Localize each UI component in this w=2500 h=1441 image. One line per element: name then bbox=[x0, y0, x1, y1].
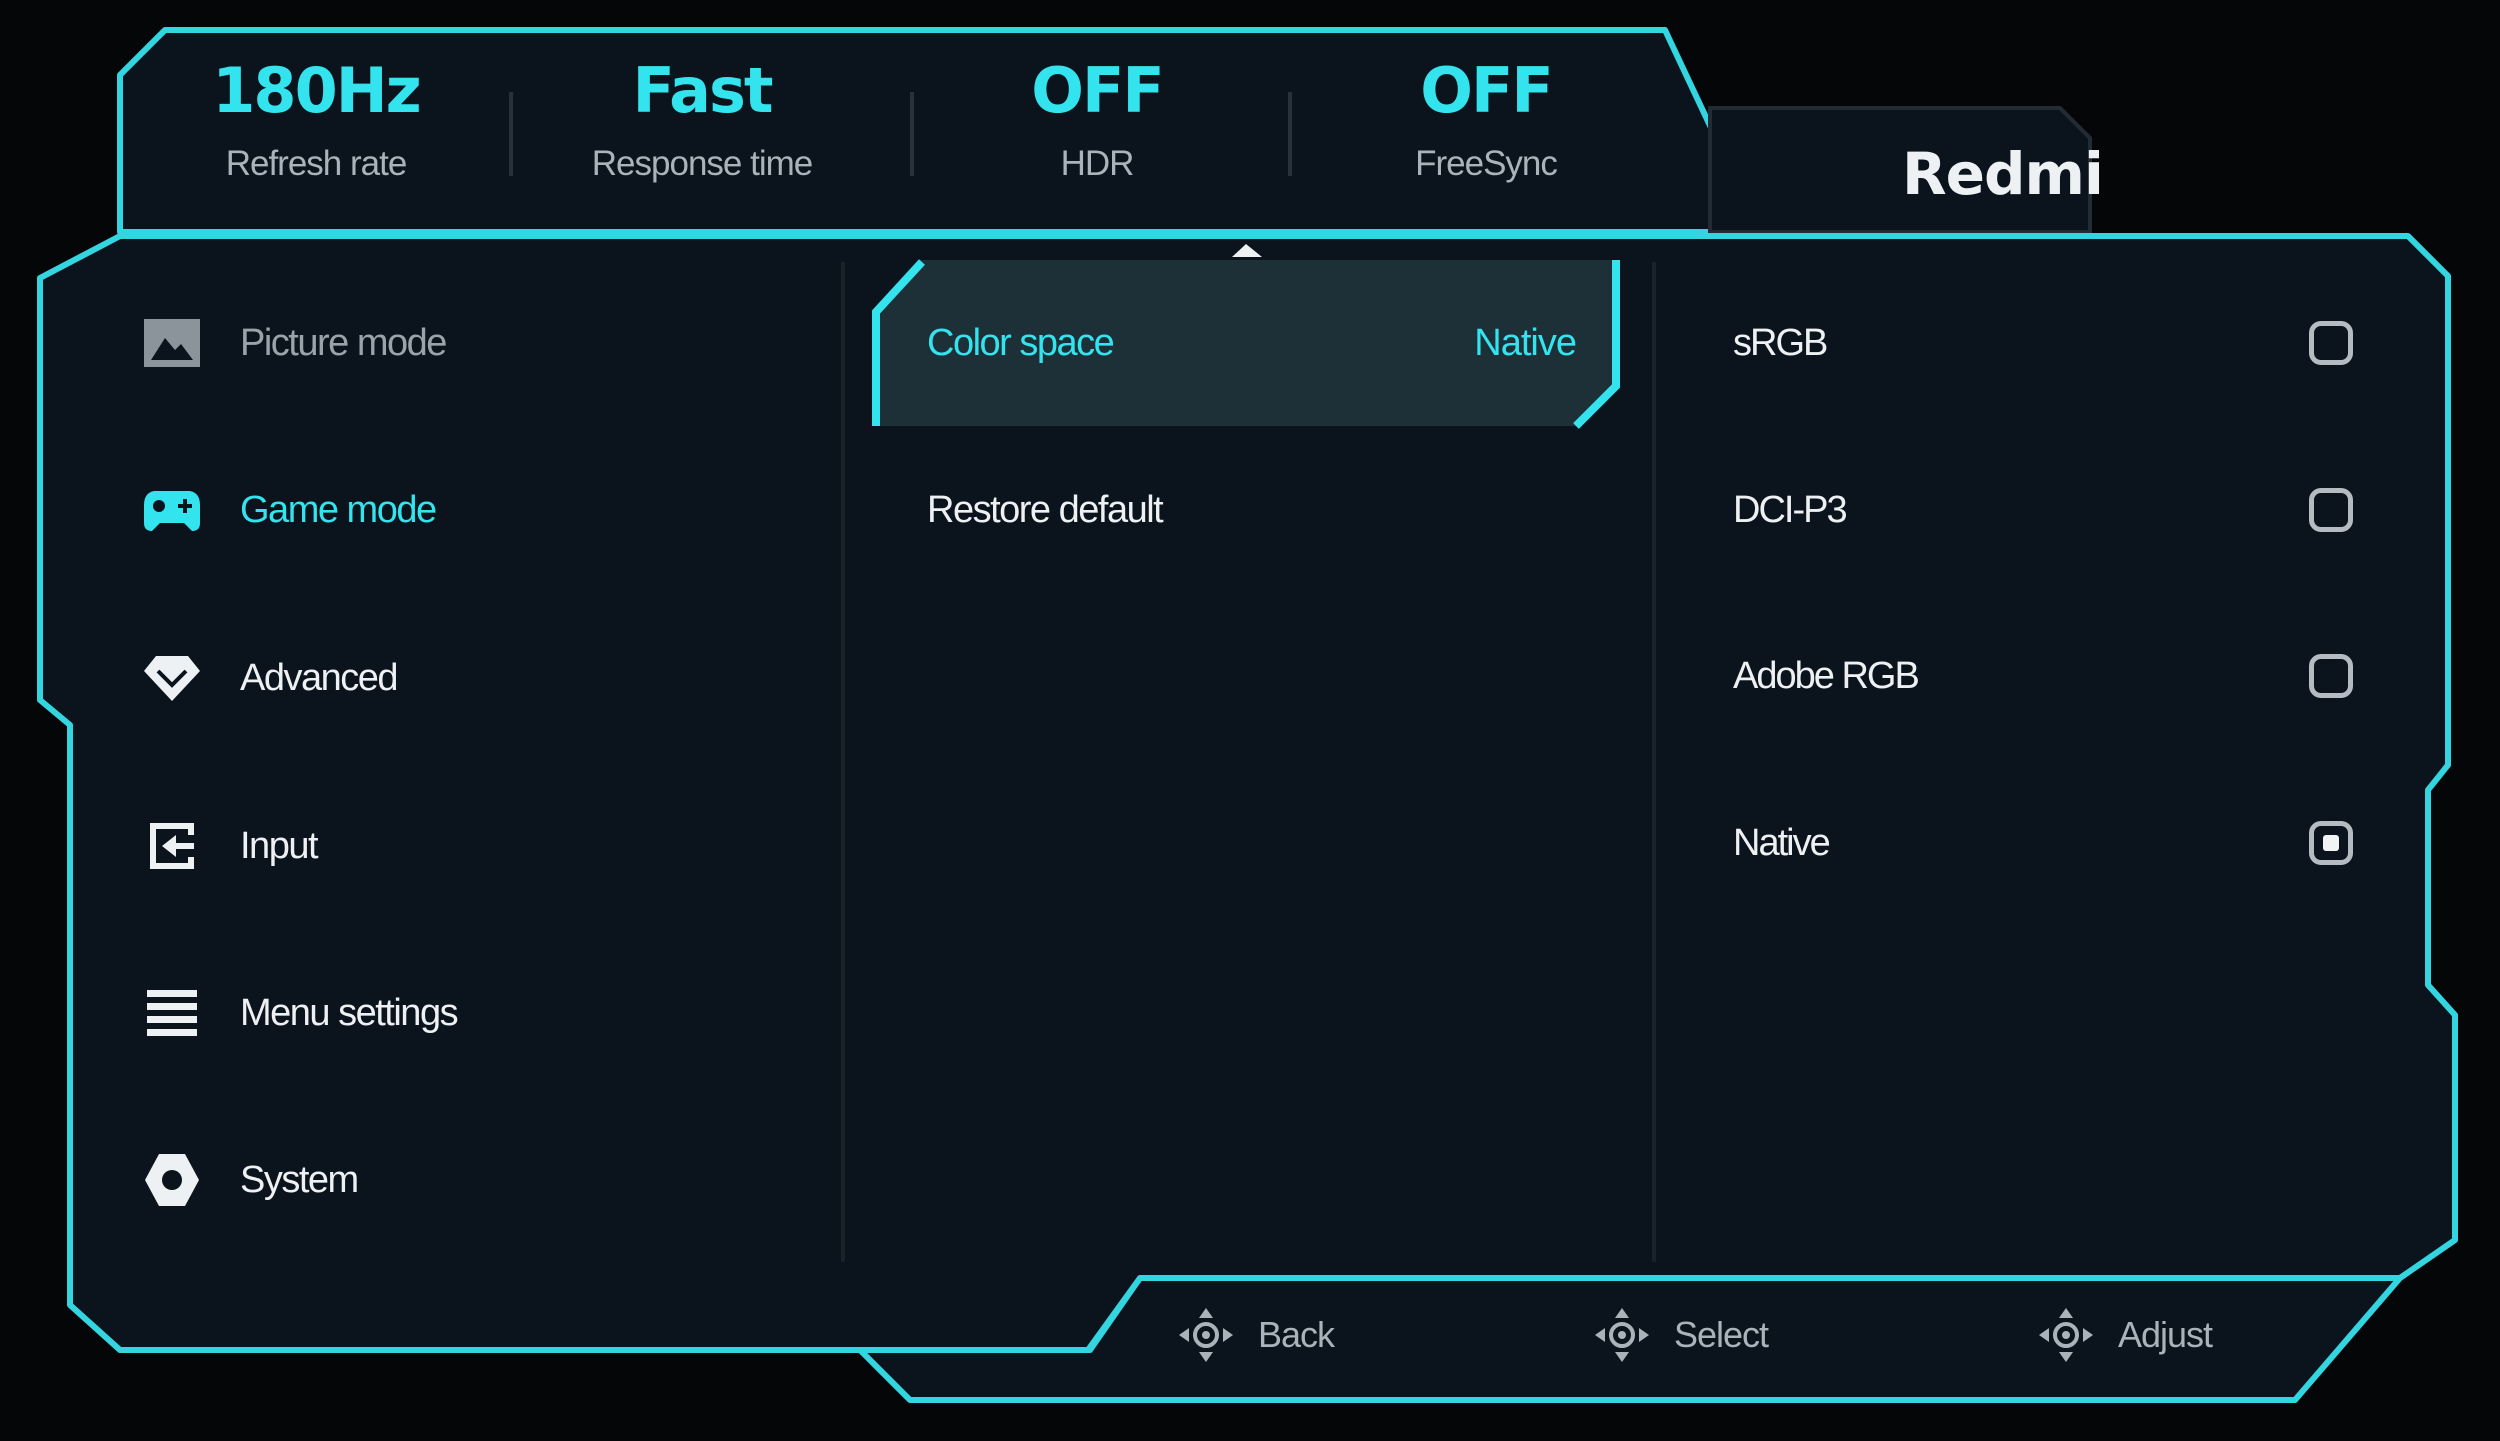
footer-label: Select bbox=[1674, 1314, 1769, 1355]
status-value: Fast bbox=[632, 54, 773, 127]
status-value: OFF bbox=[1031, 54, 1164, 127]
gamepad-icon bbox=[140, 478, 204, 542]
diamond-icon bbox=[140, 646, 204, 710]
dpad-icon bbox=[1595, 1308, 1649, 1362]
nav-label: Advanced bbox=[240, 656, 399, 699]
option-label: Native bbox=[1733, 821, 1831, 864]
status-freesync: OFF FreeSync bbox=[1336, 60, 1636, 184]
status-label: Refresh rate bbox=[225, 144, 408, 183]
footer-back: Back bbox=[1176, 1305, 1335, 1365]
status-response-time: Fast Response time bbox=[552, 60, 852, 184]
dpad-icon bbox=[1179, 1308, 1233, 1362]
footer-adjust: Adjust bbox=[2036, 1305, 2213, 1365]
nav-item-input[interactable]: Input bbox=[140, 786, 790, 906]
menu-icon bbox=[140, 981, 204, 1045]
status-label: HDR bbox=[1060, 144, 1135, 183]
option-label: DCI-P3 bbox=[1733, 488, 1848, 531]
nav-item-picture-mode[interactable]: Picture mode bbox=[140, 283, 790, 403]
submenu-value: Native bbox=[1474, 321, 1577, 364]
nav-item-system[interactable]: System bbox=[140, 1120, 790, 1240]
radio-button[interactable] bbox=[2309, 488, 2353, 532]
footer-label: Adjust bbox=[2118, 1314, 2213, 1355]
option-adobe-rgb[interactable]: Adobe RGB bbox=[1733, 626, 2353, 726]
status-label: FreeSync bbox=[1415, 144, 1558, 183]
nav-label: Input bbox=[240, 824, 319, 867]
footer-select: Select bbox=[1592, 1305, 1769, 1365]
submenu-label: Restore default bbox=[927, 488, 1164, 531]
nav-label: Game mode bbox=[240, 488, 437, 531]
submenu-item-restore-default[interactable]: Restore default bbox=[872, 428, 1632, 592]
nav-item-menu-settings[interactable]: Menu settings bbox=[140, 953, 790, 1073]
status-separator bbox=[1288, 92, 1292, 176]
status-refresh-rate: 180Hz Refresh rate bbox=[166, 60, 466, 184]
radio-button[interactable] bbox=[2309, 654, 2353, 698]
nav-item-game-mode[interactable]: Game mode bbox=[140, 450, 790, 570]
column-divider bbox=[1652, 262, 1656, 1262]
column-divider bbox=[841, 262, 845, 1262]
option-srgb[interactable]: sRGB bbox=[1733, 293, 2353, 393]
option-dci-p3[interactable]: DCI-P3 bbox=[1733, 460, 2353, 560]
submenu-label: Color space bbox=[927, 321, 1115, 364]
brand-logo: Redmi bbox=[1902, 140, 2104, 208]
dpad-icon bbox=[2039, 1308, 2093, 1362]
status-hdr: OFF HDR bbox=[947, 60, 1247, 184]
nav-label: System bbox=[240, 1158, 359, 1201]
status-value: OFF bbox=[1420, 54, 1553, 127]
option-label: Adobe RGB bbox=[1733, 654, 1920, 697]
nav-label: Menu settings bbox=[240, 991, 459, 1034]
footer-label: Back bbox=[1258, 1314, 1335, 1355]
submenu-item-color-space[interactable]: Color space Native bbox=[872, 261, 1632, 425]
status-separator bbox=[910, 92, 914, 176]
status-label: Response time bbox=[591, 144, 813, 183]
radio-button-selected[interactable] bbox=[2309, 821, 2353, 865]
status-separator bbox=[509, 92, 513, 176]
radio-button[interactable] bbox=[2309, 321, 2353, 365]
picture-icon bbox=[140, 311, 204, 375]
nav-label: Picture mode bbox=[240, 321, 447, 364]
option-native[interactable]: Native bbox=[1733, 793, 2353, 893]
status-value: 180Hz bbox=[212, 54, 421, 127]
radio-dot bbox=[2323, 835, 2339, 851]
option-label: sRGB bbox=[1733, 321, 1828, 364]
gear-icon bbox=[140, 1148, 204, 1212]
nav-item-advanced[interactable]: Advanced bbox=[140, 618, 790, 738]
input-icon bbox=[140, 814, 204, 878]
